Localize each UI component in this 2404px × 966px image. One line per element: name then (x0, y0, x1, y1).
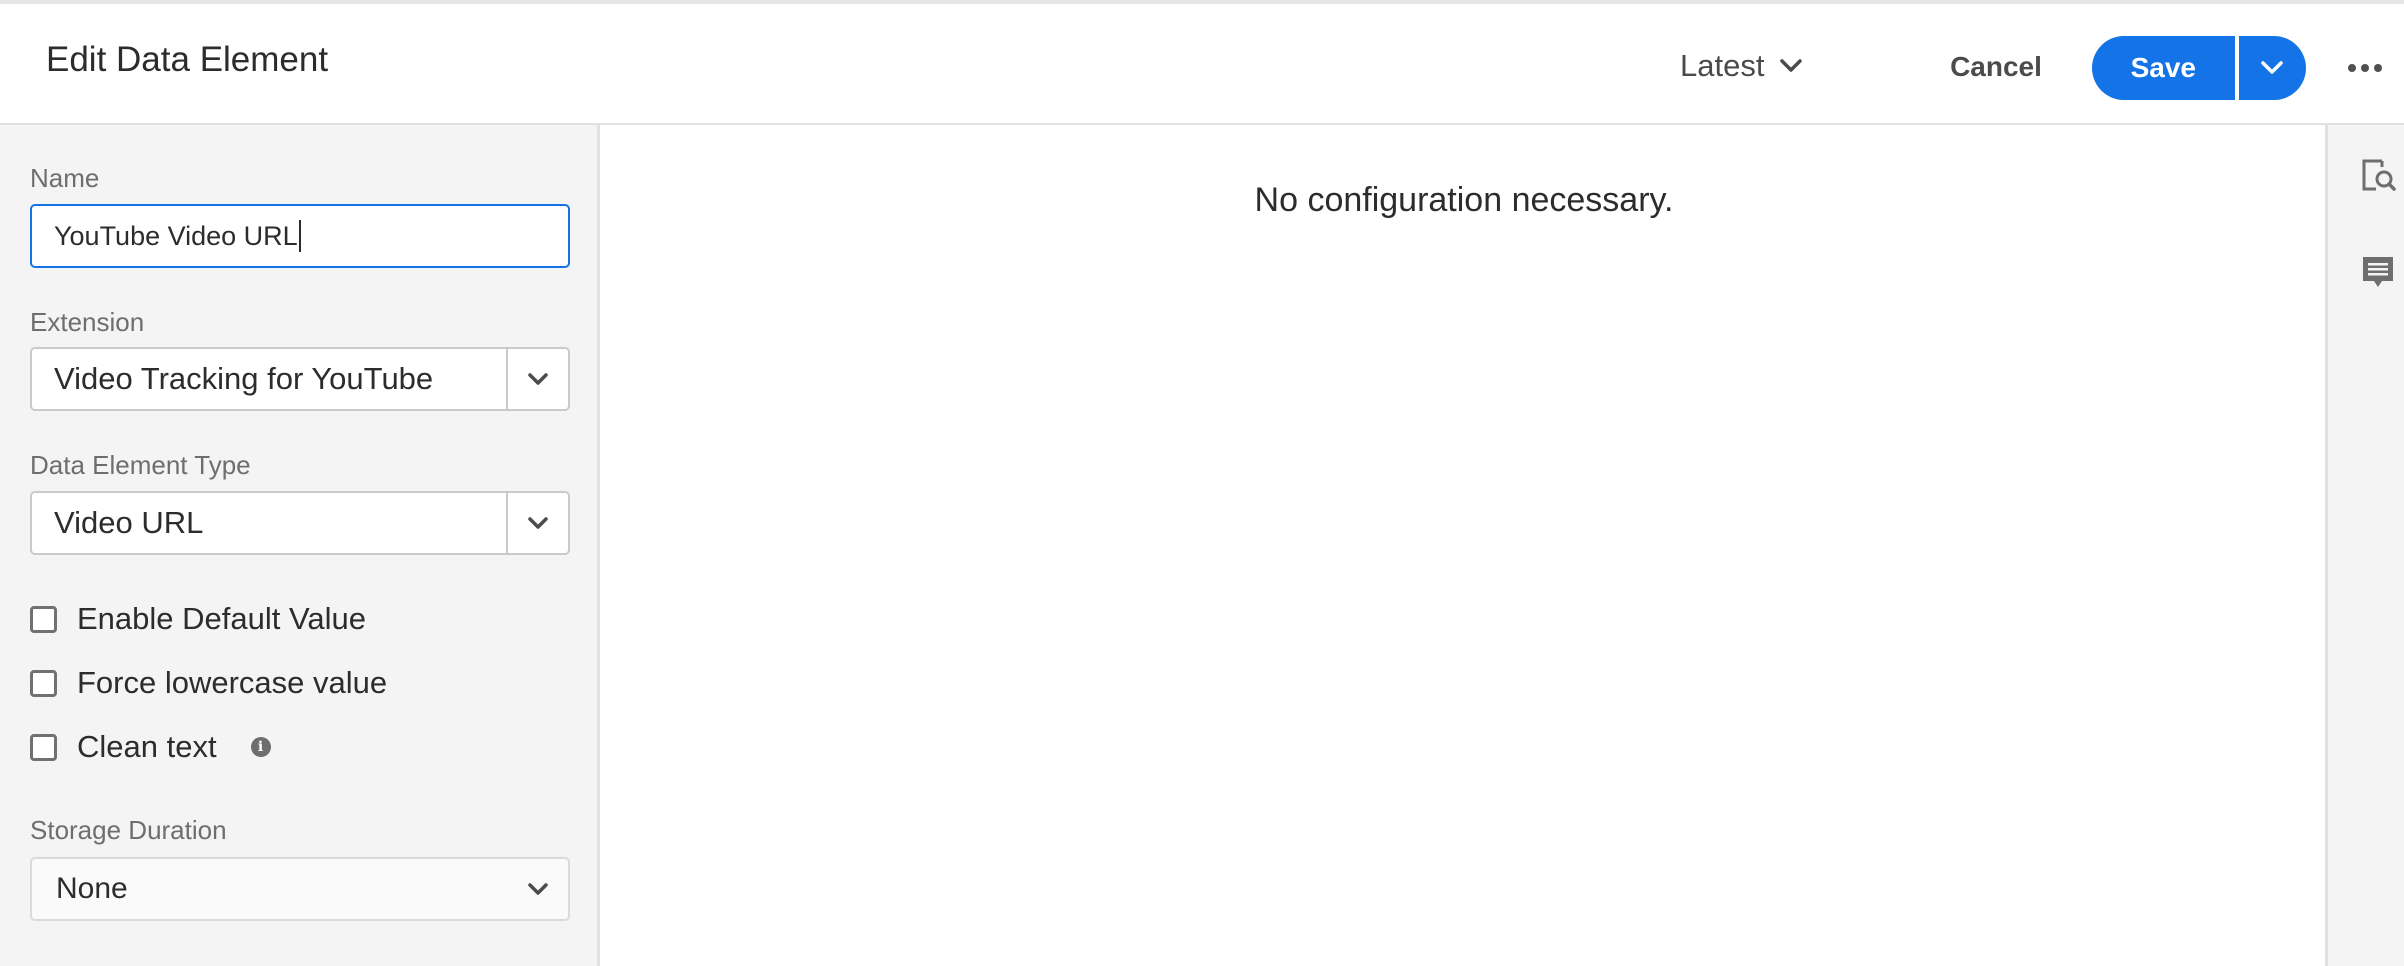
name-input-value: YouTube Video URL (54, 220, 298, 251)
preview-search-icon (2362, 159, 2396, 191)
save-button-group: Save (2092, 36, 2306, 100)
data-element-type-label: Data Element Type (30, 450, 251, 480)
checkbox-box[interactable] (30, 733, 57, 761)
extension-combobox[interactable]: Video Tracking for YouTube (30, 347, 570, 411)
version-picker[interactable]: Latest (1680, 44, 1803, 88)
checkbox-box[interactable] (30, 669, 57, 697)
checkbox-label: Clean text (77, 729, 217, 764)
more-options-button[interactable] (2340, 46, 2390, 90)
name-label: Name (30, 163, 100, 193)
settings-panel: Name YouTube Video URL Extension Video T… (0, 125, 600, 966)
extension-value[interactable]: Video Tracking for YouTube (32, 349, 506, 409)
page-title: Edit Data Element (46, 40, 329, 79)
checkbox-label: Enable Default Value (77, 601, 366, 636)
version-label: Latest (1680, 48, 1765, 83)
chevron-container (508, 882, 568, 896)
more-icon (2361, 64, 2369, 72)
more-icon (2374, 64, 2382, 72)
checkbox-label: Force lowercase value (77, 665, 388, 700)
data-element-type-dropdown-button[interactable] (506, 493, 568, 553)
chevron-down-icon (528, 516, 548, 529)
chevron-down-icon (1780, 59, 1803, 72)
right-rail (2325, 125, 2404, 966)
more-icon (2348, 64, 2356, 72)
force-lowercase-checkbox[interactable]: Force lowercase value (30, 663, 387, 703)
save-options-button[interactable] (2238, 36, 2306, 100)
preview-button[interactable] (2358, 155, 2398, 195)
storage-duration-picker[interactable]: None (30, 857, 570, 921)
chevron-down-icon (528, 882, 548, 895)
comment-icon (2363, 257, 2393, 287)
name-input[interactable]: YouTube Video URL (30, 204, 570, 268)
notes-button[interactable] (2358, 253, 2398, 293)
chevron-down-icon (528, 372, 548, 385)
extension-dropdown-button[interactable] (506, 349, 568, 409)
header-bar: Edit Data Element Latest Cancel Save (0, 4, 2404, 125)
extension-label: Extension (30, 307, 145, 337)
storage-duration-value: None (56, 872, 128, 905)
cancel-button[interactable]: Cancel (1940, 38, 2052, 96)
text-cursor (298, 220, 301, 252)
no-configuration-message: No configuration necessary. (1254, 181, 1674, 219)
data-element-type-value[interactable]: Video URL (32, 493, 506, 553)
storage-duration-label: Storage Duration (30, 815, 227, 845)
chevron-down-icon (2261, 61, 2284, 74)
enable-default-value-checkbox[interactable]: Enable Default Value (30, 599, 366, 639)
info-icon[interactable]: i (250, 737, 271, 757)
data-element-type-combobox[interactable]: Video URL (30, 491, 570, 555)
configuration-area: No configuration necessary. (603, 125, 2325, 966)
checkbox-box[interactable] (30, 605, 57, 633)
save-button[interactable]: Save (2092, 36, 2235, 100)
clean-text-checkbox[interactable]: Clean text i (30, 727, 271, 767)
